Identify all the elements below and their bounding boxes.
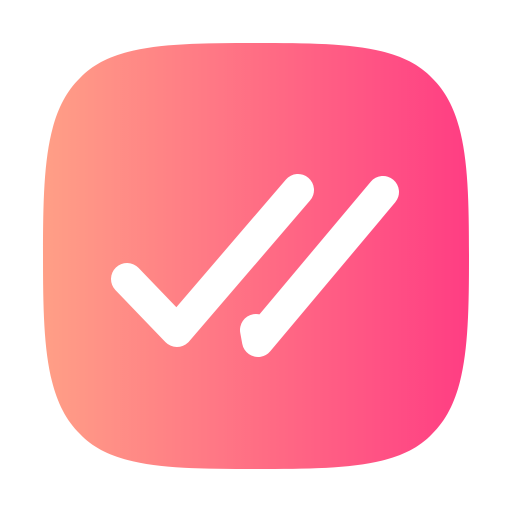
app-icon[interactable] [0, 0, 512, 512]
icon-canvas [0, 0, 512, 512]
